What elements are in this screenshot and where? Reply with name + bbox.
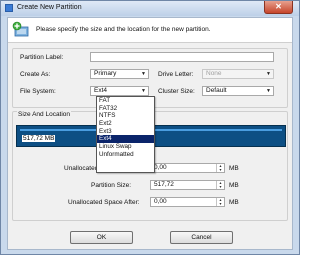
file-system-select[interactable]: Ext4 ▼ — [90, 86, 149, 96]
file-system-dropdown[interactable]: FAT FAT32 NTFS Ext2 Ext3 Ext4 Linux Swap… — [96, 96, 155, 173]
cluster-size-value: Default — [206, 87, 227, 94]
dropdown-option-unformatted[interactable]: Unformatted — [97, 151, 154, 159]
unallocated-after-input[interactable]: 0,00 ▲ ▼ — [150, 197, 225, 207]
app-icon — [5, 4, 13, 12]
dropdown-option-ext2[interactable]: Ext2 — [97, 120, 154, 128]
dropdown-option-ext3[interactable]: Ext3 — [97, 128, 154, 136]
dropdown-option-fat32[interactable]: FAT32 — [97, 105, 154, 113]
unallocated-before-input[interactable]: 0,00 ▲ ▼ — [150, 163, 225, 173]
cluster-size-select[interactable]: Default ▼ — [202, 86, 274, 96]
partition-label-label: Partition Label: — [20, 54, 64, 61]
partition-bar-label: 517,72 MB — [22, 135, 56, 142]
partition-size-value: 517,72 — [154, 181, 174, 188]
title-bar[interactable]: Create New Partition ✕ — [1, 1, 299, 16]
create-as-label: Create As: — [20, 71, 51, 78]
cancel-button[interactable]: Cancel — [170, 231, 233, 244]
spin-down-icon[interactable]: ▼ — [217, 202, 224, 206]
partition-size-spinner[interactable]: ▲ ▼ — [216, 181, 224, 189]
drive-letter-label: Drive Letter: — [158, 71, 194, 78]
chevron-down-icon: ▼ — [141, 88, 146, 94]
cluster-size-label: Cluster Size: — [158, 88, 195, 95]
drive-letter-value: None — [206, 70, 222, 77]
dropdown-option-ext4[interactable]: Ext4 — [97, 135, 154, 144]
partition-size-unit: MB — [229, 182, 239, 189]
spin-down-icon[interactable]: ▼ — [217, 185, 224, 189]
create-as-select[interactable]: Primary ▼ — [90, 69, 149, 79]
chevron-down-icon: ▼ — [141, 71, 146, 77]
file-system-label: File System: — [20, 88, 56, 95]
partition-size-input[interactable]: 517,72 ▲ ▼ — [150, 180, 225, 190]
ok-button[interactable]: OK — [70, 231, 133, 244]
window-title: Create New Partition — [17, 4, 82, 11]
dropdown-option-linux-swap[interactable]: Linux Swap — [97, 143, 154, 151]
dropdown-option-fat[interactable]: FAT — [97, 97, 154, 105]
unallocated-before-unit: MB — [229, 165, 239, 172]
spin-down-icon[interactable]: ▼ — [217, 168, 224, 172]
dialog-body: Please specify the size and the location… — [7, 17, 293, 250]
unallocated-after-unit: MB — [229, 199, 239, 206]
dialog-header: Please specify the size and the location… — [8, 18, 292, 43]
create-partition-window: Create New Partition ✕ Please specify th… — [0, 0, 300, 255]
unallocated-before-spinner[interactable]: ▲ ▼ — [216, 164, 224, 172]
partition-size-label: Partition Size: — [91, 182, 132, 189]
file-system-value: Ext4 — [94, 87, 108, 94]
chevron-down-icon: ▼ — [266, 71, 271, 77]
unallocated-after-spinner[interactable]: ▲ ▼ — [216, 198, 224, 206]
drive-letter-select[interactable]: None ▼ — [202, 69, 274, 79]
chevron-down-icon: ▼ — [266, 88, 271, 94]
dialog-instructions: Please specify the size and the location… — [36, 26, 211, 33]
unallocated-after-label: Unallocated Space After: — [68, 199, 140, 206]
close-button[interactable]: ✕ — [264, 1, 293, 14]
unallocated-before-value: 0,00 — [154, 164, 167, 171]
create-as-value: Primary — [94, 70, 117, 77]
size-location-legend: Size And Location — [17, 111, 72, 118]
partition-label-input[interactable] — [90, 52, 274, 62]
dropdown-option-ntfs[interactable]: NTFS — [97, 112, 154, 120]
add-partition-icon — [12, 21, 29, 37]
unallocated-after-value: 0,00 — [154, 198, 167, 205]
